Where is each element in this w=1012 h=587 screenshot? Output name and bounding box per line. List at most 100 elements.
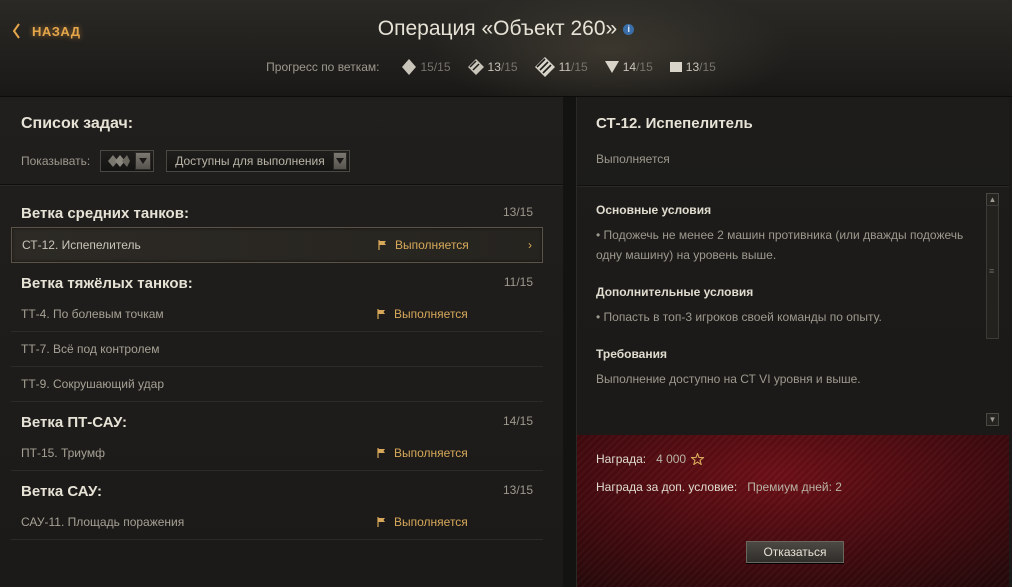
branch-spg[interactable]: 13/15: [669, 60, 716, 74]
branch-done: 15: [420, 60, 434, 74]
branch-td[interactable]: 14/15: [604, 60, 653, 74]
task-status: Выполняется: [378, 238, 469, 252]
reward-row: Награда: 4 000: [596, 452, 705, 466]
branch-done: 13: [487, 60, 501, 74]
panel-separator: [563, 97, 576, 587]
task-row[interactable]: ТТ-7. Всё под контролем: [11, 332, 543, 367]
conditions-scrollbar[interactable]: ▲ ≡ ▼: [986, 193, 999, 426]
branch-total: /15: [433, 60, 451, 74]
bonus-reward-row: Награда за доп. условие: Премиум дней: 2: [596, 480, 842, 494]
task-status-label: Выполняется: [395, 238, 469, 252]
flag-icon: [377, 448, 385, 458]
condition-heading: Требования: [596, 347, 667, 361]
condition-text: • Попасть в топ-3 игроков своей команды …: [596, 310, 882, 324]
divider: [0, 184, 563, 186]
experience-star-icon: [691, 453, 705, 465]
task-detail-title: СТ-12. Испепелитель: [596, 115, 753, 132]
task-list-title: Список задач:: [21, 115, 134, 132]
branch-medium[interactable]: 15/15: [401, 58, 451, 76]
group-header: Ветка ПТ-САУ: 14/15: [0, 406, 563, 436]
condition-block: Основные условия • Подожечь не менее 2 м…: [596, 203, 986, 265]
group-header: Ветка САУ: 13/15: [0, 475, 563, 505]
refuse-button[interactable]: Отказаться: [746, 541, 844, 563]
branch-total: /15: [636, 60, 653, 74]
reward-value: 4 000: [656, 452, 687, 466]
flag-icon: [377, 517, 385, 527]
task-name: ТТ-9. Сокрушающий удар: [21, 377, 164, 391]
progress-label: Прогресс по веткам:: [266, 60, 380, 74]
task-detail-status: Выполняется: [596, 152, 670, 166]
task-name: ТТ-7. Всё под контролем: [21, 342, 160, 356]
task-name: СТ-12. Испепелитель: [22, 238, 141, 252]
header: НАЗАД Операция «Объект 260» i Прогресс по…: [0, 0, 1012, 97]
task-status-label: Выполняется: [394, 446, 468, 460]
condition-text: Выполнение доступно на СТ VI уровня и вы…: [596, 372, 861, 386]
branch-total: /15: [500, 60, 518, 74]
task-status: Выполняется: [377, 307, 468, 321]
group-count: 14/15: [502, 414, 533, 428]
condition-heading: Основные условия: [596, 203, 712, 217]
task-row[interactable]: ТТ-4. По болевым точкам Выполняется: [11, 297, 543, 332]
page-title-wrap: Операция «Объект 260» i: [0, 17, 1012, 41]
reward-label: Награда:: [596, 452, 647, 466]
task-name: ПТ-15. Триумф: [21, 446, 105, 460]
group-header: Ветка средних танков: 13/15: [0, 197, 563, 227]
status-filter-value: Доступны для выполнения: [175, 154, 325, 168]
task-name: САУ-11. Площадь поражения: [21, 515, 185, 529]
task-row[interactable]: ПТ-15. Триумф Выполняется: [11, 436, 543, 471]
group-count: 11/15: [503, 275, 533, 289]
group-title: Ветка ПТ-САУ:: [21, 414, 127, 431]
conditions-list: Основные условия • Подожечь не менее 2 м…: [596, 203, 986, 409]
branch-heavy[interactable]: 13/15: [467, 58, 518, 76]
status-filter-dropdown[interactable]: Доступны для выполнения: [166, 150, 351, 172]
bonus-reward-label: Награда за доп. условие:: [596, 480, 738, 494]
show-label: Показывать:: [21, 154, 91, 168]
branch-total: /15: [699, 60, 716, 74]
scroll-track[interactable]: ≡: [986, 205, 999, 339]
task-row[interactable]: ТТ-9. Сокрушающий удар: [11, 367, 543, 402]
group-count: 13/15: [502, 483, 533, 497]
flag-icon: [377, 309, 385, 319]
group-count: 13/15: [502, 205, 533, 219]
condition-text: • Подожечь не менее 2 машин противника (…: [596, 228, 964, 262]
scroll-down-button[interactable]: ▼: [986, 413, 999, 426]
branch-done: 13: [685, 60, 700, 74]
light-tank-icon: [534, 57, 555, 77]
spg-icon: [669, 62, 682, 72]
condition-heading: Дополнительные условия: [596, 285, 754, 299]
task-status-label: Выполняется: [394, 307, 468, 321]
branch-progress: Прогресс по веткам: 15/15 13/15 11/15 14…: [0, 56, 1012, 78]
condition-block: Требования Выполнение доступно на СТ VI …: [596, 347, 986, 389]
heavy-tank-icon: [467, 59, 484, 75]
chevron-right-icon: ›: [528, 238, 532, 252]
branch-done: 14: [622, 60, 637, 74]
branch-filter-dropdown[interactable]: [100, 150, 155, 172]
scroll-grip-icon: ≡: [989, 266, 995, 276]
group-title: Ветка средних танков:: [21, 205, 189, 222]
reward-section: Награда: 4 000 Награда за доп. условие: …: [577, 435, 1009, 587]
condition-block: Дополнительные условия • Попасть в топ-3…: [596, 285, 986, 327]
group-header: Ветка тяжёлых танков: 11/15: [0, 267, 563, 297]
bonus-reward-value: Премиум дней: 2: [747, 480, 842, 494]
branch-light[interactable]: 11/15: [534, 56, 588, 78]
task-detail-panel: СТ-12. Испепелитель Выполняется Основные…: [576, 97, 1009, 587]
filter-row: Показывать: Доступны для выполнения: [21, 150, 362, 172]
task-status: Выполняется: [377, 446, 468, 460]
group-title: Ветка тяжёлых танков:: [21, 275, 193, 292]
group-title: Ветка САУ:: [21, 483, 103, 500]
page-title: Операция «Объект 260»: [377, 17, 618, 41]
task-row[interactable]: СТ-12. Испепелитель Выполняется ›: [11, 227, 543, 263]
task-list-panel: Список задач: Показывать: Доступны для в…: [0, 97, 563, 587]
task-status: Выполняется: [377, 515, 468, 529]
task-name: ТТ-4. По болевым точкам: [21, 307, 164, 321]
tank-type-icon: [101, 154, 135, 168]
branch-done: 11: [558, 60, 572, 74]
task-row[interactable]: САУ-11. Площадь поражения Выполняется: [11, 505, 543, 540]
task-groups: Ветка средних танков: 13/15 СТ-12. Испеп…: [0, 197, 563, 540]
medium-tank-icon: [402, 59, 417, 75]
info-icon[interactable]: i: [623, 23, 635, 35]
task-status-label: Выполняется: [394, 515, 468, 529]
divider: [577, 185, 1009, 187]
branch-total: /15: [571, 60, 588, 74]
flag-icon: [378, 240, 386, 250]
